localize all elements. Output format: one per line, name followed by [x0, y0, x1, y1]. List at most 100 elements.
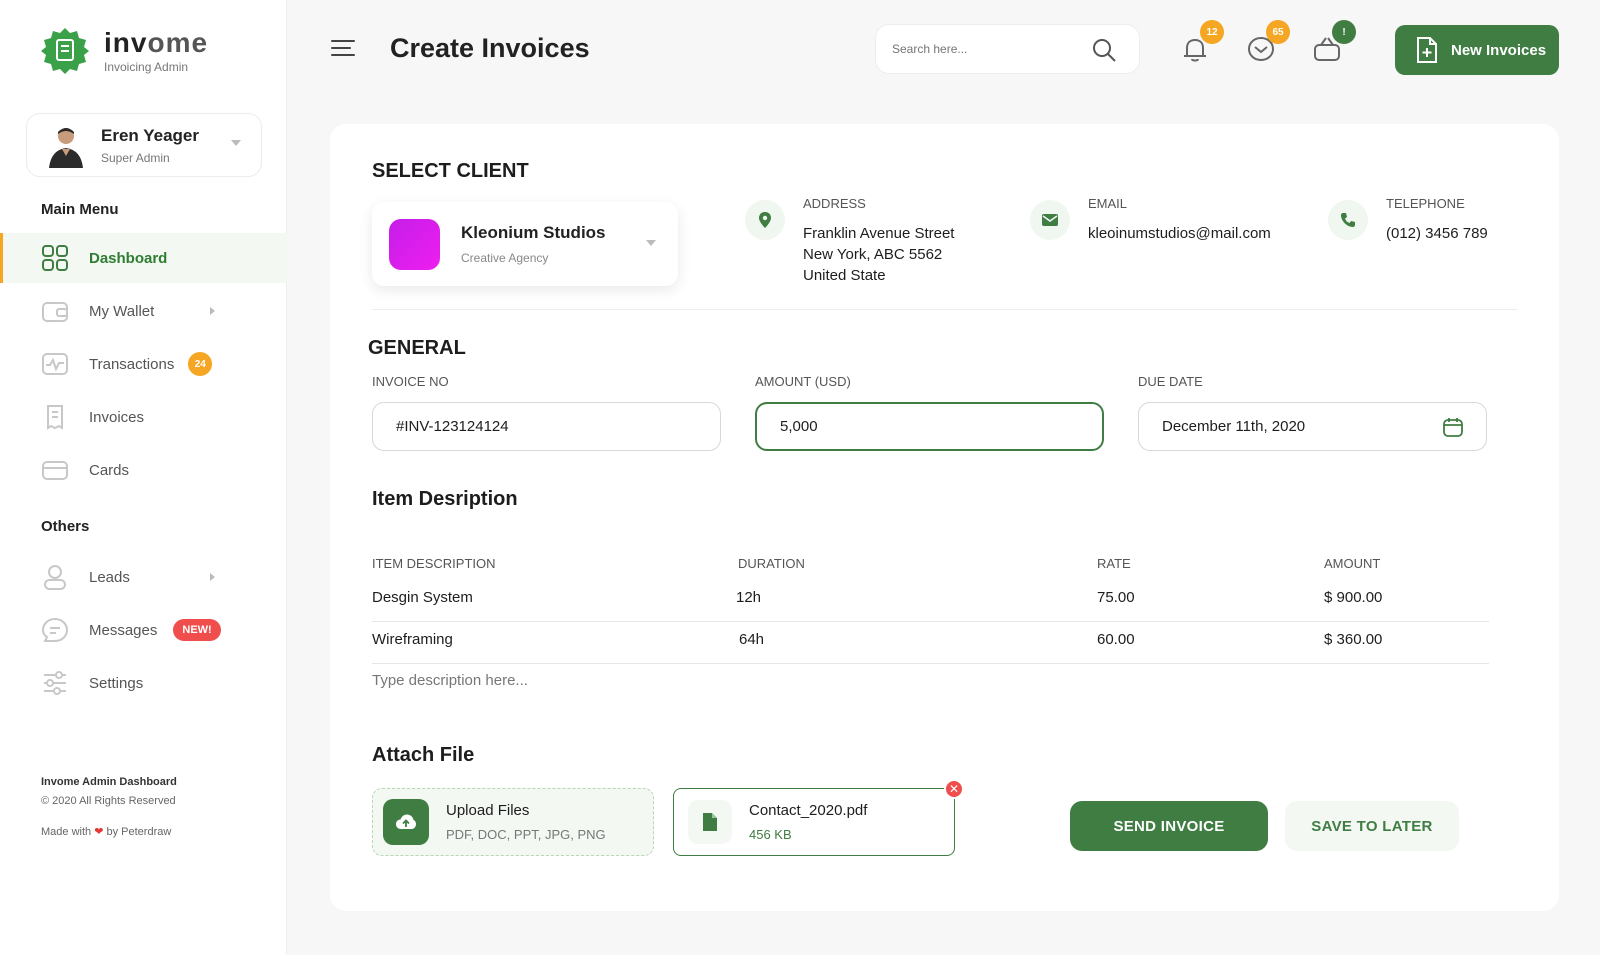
- invoice-no-label: INVOICE NO: [372, 374, 449, 389]
- search-bar: [875, 24, 1140, 74]
- cell-description: Wireframing: [372, 631, 453, 648]
- dashboard-grid-icon: [41, 244, 69, 272]
- client-select[interactable]: Kleonium Studios Creative Agency: [372, 202, 678, 286]
- heart-icon: ❤: [94, 826, 104, 838]
- column-header-duration: DURATION: [738, 556, 805, 571]
- row-divider: [372, 663, 1489, 664]
- cell-duration: 12h: [736, 589, 762, 606]
- cell-description: Desgin System: [372, 589, 473, 606]
- page-title: Create Invoices: [390, 33, 590, 63]
- location-pin-icon: [745, 200, 785, 240]
- save-to-later-button[interactable]: SAVE TO LATER: [1285, 801, 1459, 851]
- file-size: 456 KB: [749, 827, 792, 842]
- sidebar-item-label: Dashboard: [89, 249, 168, 267]
- sidebar-item-dashboard[interactable]: Dashboard: [0, 233, 287, 283]
- sidebar-item-label: Cards: [89, 461, 130, 479]
- chevron-down-icon: [231, 140, 241, 146]
- add-document-icon: [1417, 37, 1437, 63]
- brand-name: invome: [104, 26, 209, 58]
- notifications-button[interactable]: 12: [1180, 20, 1224, 64]
- column-header-amount: AMOUNT: [1324, 556, 1381, 571]
- column-header-description: ITEM DESCRIPTION: [372, 556, 496, 571]
- upload-title: Upload Files: [446, 802, 530, 819]
- email-label: EMAIL: [1088, 196, 1128, 211]
- footer-copyright: © 2020 All Rights Reserved: [41, 795, 176, 807]
- profile-role: Super Admin: [101, 150, 170, 165]
- client-name: Kleonium Studios: [461, 223, 606, 242]
- sidebar-item-cards[interactable]: Cards: [0, 445, 287, 495]
- item-description-title: Item Desription: [372, 488, 518, 510]
- due-date-value: December 11th, 2020: [1162, 418, 1306, 435]
- search-icon[interactable]: [1091, 37, 1117, 63]
- upload-files-dropzone[interactable]: Upload Files PDF, DOC, PPT, JPG, PNG: [372, 788, 654, 856]
- chat-icon: [41, 616, 69, 644]
- phone-icon: [1328, 200, 1368, 240]
- cart-alert-badge: !: [1332, 20, 1356, 44]
- cloud-upload-icon: [383, 799, 429, 845]
- sidebar-footer: Invome Admin Dashboard © 2020 All Rights…: [41, 773, 177, 842]
- search-input[interactable]: [892, 42, 1082, 56]
- address-label: ADDRESS: [803, 196, 866, 211]
- profile-name: Eren Yeager: [101, 125, 199, 145]
- sidebar-item-leads[interactable]: Leads: [0, 552, 287, 602]
- invoice-no-field[interactable]: #INV-123124124: [372, 402, 721, 451]
- file-document-icon: [688, 800, 732, 844]
- description-input[interactable]: Type description here...: [372, 672, 528, 689]
- invoice-form-card: SELECT CLIENT Kleonium Studios Creative …: [330, 124, 1559, 911]
- telephone-value: (012) 3456 789: [1386, 225, 1488, 242]
- amount-label: AMOUNT (USD): [755, 374, 851, 389]
- telephone-label: TELEPHONE: [1386, 196, 1465, 211]
- messages-badge: 65: [1266, 20, 1290, 44]
- upload-types: PDF, DOC, PPT, JPG, PNG: [446, 827, 606, 842]
- calendar-icon[interactable]: [1442, 416, 1464, 438]
- cell-amount: $ 360.00: [1324, 631, 1383, 648]
- hamburger-menu-icon[interactable]: [331, 40, 355, 61]
- send-invoice-button[interactable]: SEND INVOICE: [1070, 801, 1268, 851]
- chevron-right-icon: [210, 573, 215, 581]
- transactions-count-badge: 24: [188, 352, 213, 376]
- client-logo: [389, 218, 440, 270]
- due-date-field[interactable]: December 11th, 2020: [1138, 402, 1487, 451]
- receipt-icon: [41, 403, 69, 431]
- select-client-title: SELECT CLIENT: [372, 160, 529, 182]
- avatar: [43, 122, 89, 168]
- due-date-label: DUE DATE: [1138, 374, 1203, 389]
- cell-rate: 60.00: [1097, 631, 1135, 648]
- sliders-icon: [41, 669, 69, 697]
- sidebar-item-label: Messages: [89, 621, 158, 639]
- activity-icon: [41, 350, 69, 378]
- footer-title: Invome Admin Dashboard: [41, 776, 177, 788]
- client-type: Creative Agency: [461, 251, 549, 265]
- sidebar-item-transactions[interactable]: Transactions 24: [0, 339, 287, 389]
- sidebar-item-label: My Wallet: [89, 302, 155, 320]
- sidebar-item-invoices[interactable]: Invoices: [0, 392, 287, 442]
- sidebar-item-my-wallet[interactable]: My Wallet: [0, 286, 287, 336]
- chevron-right-icon: [210, 307, 215, 315]
- brand-logo[interactable]: invome Invoicing Admin: [40, 26, 208, 76]
- amount-field[interactable]: 5,000: [755, 402, 1104, 451]
- main-menu-title: Main Menu: [41, 201, 119, 218]
- new-invoices-button[interactable]: New Invoices: [1395, 25, 1559, 75]
- column-header-rate: RATE: [1097, 556, 1131, 571]
- chevron-down-icon: [646, 240, 656, 246]
- sidebar-item-label: Transactions: [89, 355, 175, 373]
- sidebar-item-messages[interactable]: Messages NEW!: [0, 605, 287, 655]
- row-divider: [372, 621, 1489, 622]
- messages-button[interactable]: 65: [1246, 20, 1290, 64]
- profile-switcher[interactable]: Eren Yeager Super Admin: [26, 113, 262, 177]
- close-icon[interactable]: ✕: [944, 779, 964, 799]
- notifications-badge: 12: [1200, 20, 1224, 44]
- card-icon: [41, 456, 69, 484]
- attached-file[interactable]: Contact_2020.pdf 456 KB ✕: [673, 779, 964, 856]
- section-divider: [372, 309, 1517, 310]
- others-menu-title: Others: [41, 518, 90, 535]
- wallet-icon: [41, 297, 69, 325]
- cart-button[interactable]: !: [1312, 20, 1356, 64]
- user-icon: [41, 563, 69, 591]
- cell-rate: 75.00: [1097, 589, 1135, 606]
- sidebar-item-settings[interactable]: Settings: [0, 658, 287, 708]
- cell-amount: $ 900.00: [1324, 589, 1383, 606]
- brand-subtitle: Invoicing Admin: [104, 59, 189, 74]
- invoice-badge-icon: [41, 28, 89, 74]
- email-value: kleoinumstudios@mail.com: [1088, 225, 1271, 242]
